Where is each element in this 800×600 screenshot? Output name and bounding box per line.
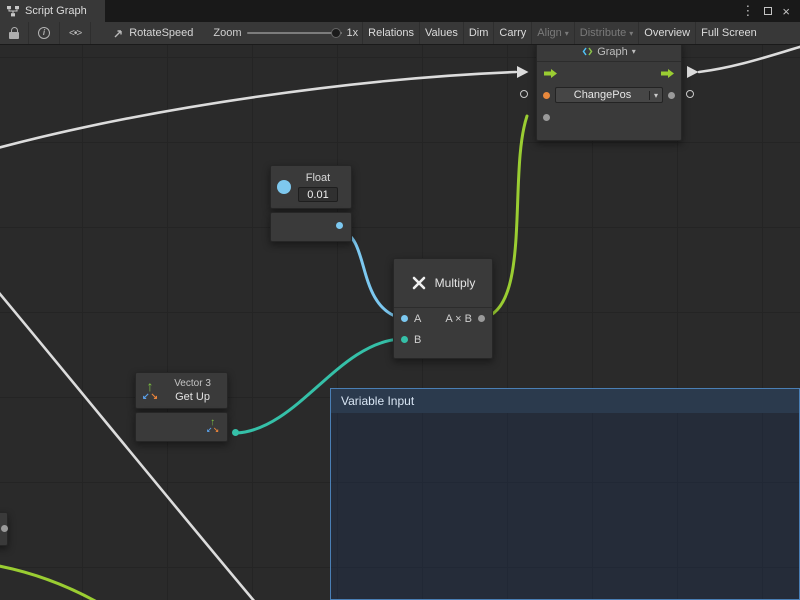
vector3-port-strip[interactable]: ↑ ↙↘ (135, 412, 228, 442)
graph-unit-header[interactable]: Graph ▾ (537, 45, 681, 61)
group-header[interactable]: Variable Input (331, 389, 799, 413)
multiply-result-port[interactable] (478, 315, 485, 322)
align-button: Align ▾ (531, 22, 573, 44)
vector3-node-body[interactable]: ↑ ↙↘ Vector 3 Get Up (135, 372, 228, 409)
float-node[interactable]: Float 0.01 (270, 165, 352, 242)
value-in-row (537, 106, 681, 128)
flow-wire-in[interactable] (0, 72, 516, 149)
zoom-slider[interactable] (247, 22, 342, 44)
flow-out-port-icon[interactable] (660, 68, 675, 79)
graph-icon (582, 46, 593, 57)
multiply-header[interactable]: Multiply (394, 259, 492, 307)
multiply-b-port[interactable] (401, 336, 408, 343)
full-screen-button[interactable]: Full Screen (695, 22, 762, 44)
value-out-port[interactable] (668, 92, 675, 99)
float-title: Float (306, 172, 330, 184)
multiply-title: Multiply (435, 276, 476, 290)
zoom-slider-knob[interactable] (331, 28, 341, 38)
graph-breadcrumb[interactable]: RotateSpeed (113, 27, 193, 39)
values-button[interactable]: Values (419, 22, 463, 44)
relations-button[interactable]: Relations (362, 22, 419, 44)
variable-input-group[interactable]: Variable Input (330, 388, 800, 600)
zoom-label: Zoom (213, 27, 241, 39)
target-port[interactable] (543, 92, 550, 99)
script-graph-icon (7, 6, 19, 17)
edge-node-port[interactable] (1, 525, 8, 532)
multiply-a-port[interactable] (401, 315, 408, 322)
wire-float-to-multiply-a[interactable] (341, 231, 400, 318)
vector3-subtitle: Get Up (175, 391, 210, 403)
graph-unit-title: Graph (597, 46, 628, 58)
float-node-body[interactable]: Float 0.01 (270, 165, 352, 209)
toolbar-buttons: Relations Values Dim Carry Align ▾ Distr… (362, 22, 762, 44)
dim-button[interactable]: Dim (463, 22, 494, 44)
flow-port-row (537, 62, 681, 84)
value-wire-bottom-left[interactable] (0, 565, 97, 600)
vector3-port-icon: ↑ ↙↘ (206, 419, 219, 434)
multiply-node[interactable]: Multiply A A × B B (393, 258, 493, 359)
free-port-left[interactable] (520, 90, 528, 98)
float-port-strip[interactable] (270, 212, 352, 242)
vector3-icon: ↑ ↙↘ (142, 381, 158, 401)
close-icon[interactable]: × (782, 4, 790, 19)
info-button[interactable]: i (29, 22, 60, 44)
multiply-row-b: B (394, 329, 492, 350)
menu-icon[interactable]: ⋮ (741, 3, 754, 19)
flow-wire-out-arrowhead (687, 66, 699, 78)
vector3-output-port[interactable] (232, 429, 239, 436)
tab-bar: Script Graph ⋮ × (0, 0, 800, 22)
float-value-input[interactable]: 0.01 (298, 187, 338, 202)
port-a-label: A (414, 313, 421, 325)
zoom-value: 1x (347, 27, 359, 39)
window-controls: ⋮ × (731, 0, 800, 22)
info-icon: i (38, 27, 50, 39)
chevron-down-icon: ▾ (649, 91, 662, 100)
chevron-down-icon: ▾ (632, 47, 636, 56)
graph-unit-node[interactable]: Graph ▾ ChangePos ▾ (536, 45, 682, 141)
code-preview-button[interactable]: <•> (60, 22, 91, 44)
tab-title: Script Graph (25, 5, 87, 17)
multiply-icon (411, 275, 427, 291)
vector3-node[interactable]: ↑ ↙↘ Vector 3 Get Up ↑ ↙↘ (135, 372, 228, 442)
flow-in-port-icon[interactable] (543, 68, 558, 79)
free-port-right[interactable] (686, 90, 694, 98)
zoom-slider-track[interactable] (247, 32, 342, 34)
dropdown-value: ChangePos (556, 89, 649, 101)
lock-icon (9, 27, 19, 39)
graph-name: RotateSpeed (129, 27, 193, 39)
port-result-label: A × B (445, 313, 472, 325)
port-b-label: B (414, 334, 421, 346)
chevron-down-icon: ▾ (629, 29, 633, 38)
float-icon (277, 180, 291, 194)
flow-wire-out[interactable] (699, 46, 800, 72)
float-output-port[interactable] (336, 222, 343, 229)
graph-canvas[interactable]: Variable Input Graph ▾ (0, 45, 800, 600)
flow-wire-in-arrowhead (517, 66, 529, 78)
code-icon: <•> (69, 28, 81, 39)
tab-script-graph[interactable]: Script Graph (0, 0, 105, 22)
unity-visual-scripting-window: Script Graph ⋮ × i <•> RotateSpeed Zoom (0, 0, 800, 600)
flow-wire-diagonal[interactable] (0, 288, 255, 600)
group-title: Variable Input (341, 394, 414, 408)
vector3-title: Vector 3 (174, 378, 211, 389)
changepos-dropdown[interactable]: ChangePos ▾ (555, 87, 663, 103)
carry-button[interactable]: Carry (493, 22, 531, 44)
rotatespeed-icon (113, 28, 124, 39)
lock-button[interactable] (0, 22, 29, 44)
maximize-icon[interactable] (764, 7, 772, 15)
multiply-row-a: A A × B (394, 308, 492, 329)
distribute-button: Distribute ▾ (574, 22, 638, 44)
graph-toolbar: i <•> RotateSpeed Zoom 1x Relations Valu… (0, 22, 800, 45)
changepos-row: ChangePos ▾ (537, 84, 681, 106)
overview-button[interactable]: Overview (638, 22, 695, 44)
chevron-down-icon: ▾ (565, 29, 569, 38)
value-in-port[interactable] (543, 114, 550, 121)
